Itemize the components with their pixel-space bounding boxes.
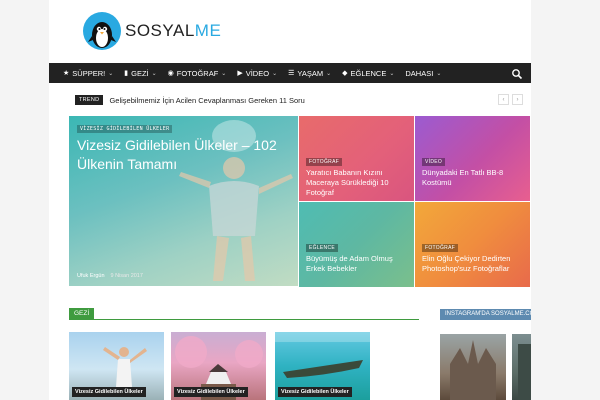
suitcase-icon: ▮ <box>124 70 129 77</box>
featured-category[interactable]: FOTOĞRAF <box>422 244 459 252</box>
gezi-card-2[interactable]: Vizesiz Gidilebilen Ülkeler <box>171 332 266 400</box>
author-name[interactable]: Ufuk Ergün <box>77 273 105 279</box>
featured-category[interactable]: VİDEO <box>422 158 446 166</box>
featured-main-post[interactable]: VİZESİZ GİDİLEBİLEN ÜLKELER Vizesiz Gidi… <box>69 116 298 286</box>
nav-label: DAHASI <box>405 68 434 78</box>
card-category[interactable]: Vizesiz Gidilebilen Ülkeler <box>174 387 248 397</box>
nav-item-yasam[interactable]: ☰ YAŞAM ⌄ <box>288 69 331 78</box>
trending-bar: TREND Gelişebilmemiz İçin Acilen Cevapla… <box>75 94 523 106</box>
nav-label: SÜPPER! <box>72 68 106 78</box>
card-category[interactable]: Vizesiz Gidilebilen Ülkeler <box>278 387 352 397</box>
chevron-down-icon: ⌄ <box>389 70 395 77</box>
logo-text-me: ME <box>194 21 222 40</box>
featured-meta: Ufuk Ergün 9 Nisan 2017 <box>77 273 143 279</box>
main-nav: ★ SÜPPER! ⌄ ▮ GEZİ ⌄ ◉ FOTOĞRAF ⌄ ▶ VİDE… <box>49 63 531 83</box>
star-icon: ★ <box>63 70 70 77</box>
nav-item-eglence[interactable]: ◆ EĞLENCE ⌄ <box>342 69 394 78</box>
nav-label: YAŞAM <box>297 68 324 78</box>
trending-headline[interactable]: Gelişebilmemiz İçin Acilen Cevaplanması … <box>109 96 304 105</box>
featured-post-3[interactable]: VİDEO Dünyadaki En Tatlı BB-8 Kostümü <box>415 116 530 201</box>
featured-post-5[interactable]: FOTOĞRAF Elin Oğlu Çekiyor Dedirten Phot… <box>415 202 530 287</box>
section-header-instagram: INSTAGRAM'DA SOSYALME.COM <box>440 308 531 320</box>
penguin-logo-icon <box>83 12 121 50</box>
card-category[interactable]: Vizesiz Gidilebilen Ülkeler <box>72 387 146 397</box>
next-arrow-button[interactable]: › <box>512 94 523 105</box>
featured-category[interactable]: VİZESİZ GİDİLEBİLEN ÜLKELER <box>77 125 173 133</box>
featured-title[interactable]: Vizesiz Gidilebilen Ülkeler – 102 Ülkeni… <box>77 136 277 174</box>
nav-item-video[interactable]: ▶ VİDEO ⌄ <box>237 69 277 78</box>
nav-item-supper[interactable]: ★ SÜPPER! ⌄ <box>63 69 113 78</box>
nav-item-gezi[interactable]: ▮ GEZİ ⌄ <box>124 69 156 78</box>
site-logo[interactable]: SOSYALME <box>83 12 221 50</box>
featured-category[interactable]: EĞLENCE <box>306 244 338 252</box>
gamepad-icon: ◆ <box>342 70 348 77</box>
section-title-instagram: INSTAGRAM'DA SOSYALME.COM <box>440 309 531 319</box>
chevron-down-icon: ⌄ <box>326 70 332 77</box>
chevron-down-icon: ⌄ <box>436 70 442 77</box>
featured-post-2[interactable]: FOTOĞRAF Yaratıcı Babanın Kızını Maceray… <box>299 116 414 201</box>
chevron-down-icon: ⌄ <box>108 70 114 77</box>
nav-item-dahasi[interactable]: DAHASI ⌄ <box>405 69 441 78</box>
featured-category[interactable]: FOTOĞRAF <box>306 158 343 166</box>
nav-item-fotograf[interactable]: ◉ FOTOĞRAF ⌄ <box>168 69 227 78</box>
gezi-card-3[interactable]: Vizesiz Gidilebilen Ülkeler <box>275 332 370 400</box>
featured-title[interactable]: Dünyadaki En Tatlı BB-8 Kostümü <box>422 168 526 188</box>
nav-label: VİDEO <box>245 68 270 78</box>
video-play-icon: ▶ <box>237 70 243 77</box>
trending-badge: TREND <box>75 95 104 105</box>
logo-wordmark: SOSYALME <box>125 21 221 41</box>
search-icon[interactable] <box>511 67 523 80</box>
instagram-photo-ruins <box>518 344 531 400</box>
featured-title[interactable]: Yaratıcı Babanın Kızını Maceraya Sürükle… <box>306 168 410 198</box>
instagram-thumb-1[interactable] <box>440 334 506 400</box>
chevron-down-icon: ⌄ <box>151 70 157 77</box>
featured-title[interactable]: Elin Oğlu Çekiyor Dedirten Photoshop'suz… <box>422 254 526 274</box>
chevron-down-icon: ⌄ <box>221 70 227 77</box>
featured-title[interactable]: Büyümüş de Adam Olmuş Erkek Bebekler <box>306 254 410 274</box>
camera-icon: ◉ <box>167 70 174 77</box>
instagram-thumb-2[interactable] <box>512 334 531 400</box>
post-date: 9 Nisan 2017 <box>110 273 143 279</box>
logo-text-sosyal: SOSYAL <box>125 21 195 40</box>
section-header-gezi: GEZİ <box>69 308 419 320</box>
nav-label: EĞLENCE <box>350 68 387 78</box>
nav-label: GEZİ <box>131 68 149 78</box>
page: SOSYALME ★ SÜPPER! ⌄ ▮ GEZİ ⌄ ◉ FOTOĞRAF… <box>49 0 531 400</box>
section-title-gezi[interactable]: GEZİ <box>69 308 95 319</box>
chevron-down-icon: ⌄ <box>272 70 278 77</box>
coffee-icon: ☰ <box>288 70 295 77</box>
featured-post-4[interactable]: EĞLENCE Büyümüş de Adam Olmuş Erkek Bebe… <box>299 202 414 287</box>
trending-arrows: ‹ › <box>498 94 523 105</box>
instagram-photo-cathedral <box>450 340 496 400</box>
prev-arrow-button[interactable]: ‹ <box>498 94 509 105</box>
nav-label: FOTOĞRAF <box>176 68 219 78</box>
gezi-card-1[interactable]: Vizesiz Gidilebilen Ülkeler <box>69 332 164 400</box>
